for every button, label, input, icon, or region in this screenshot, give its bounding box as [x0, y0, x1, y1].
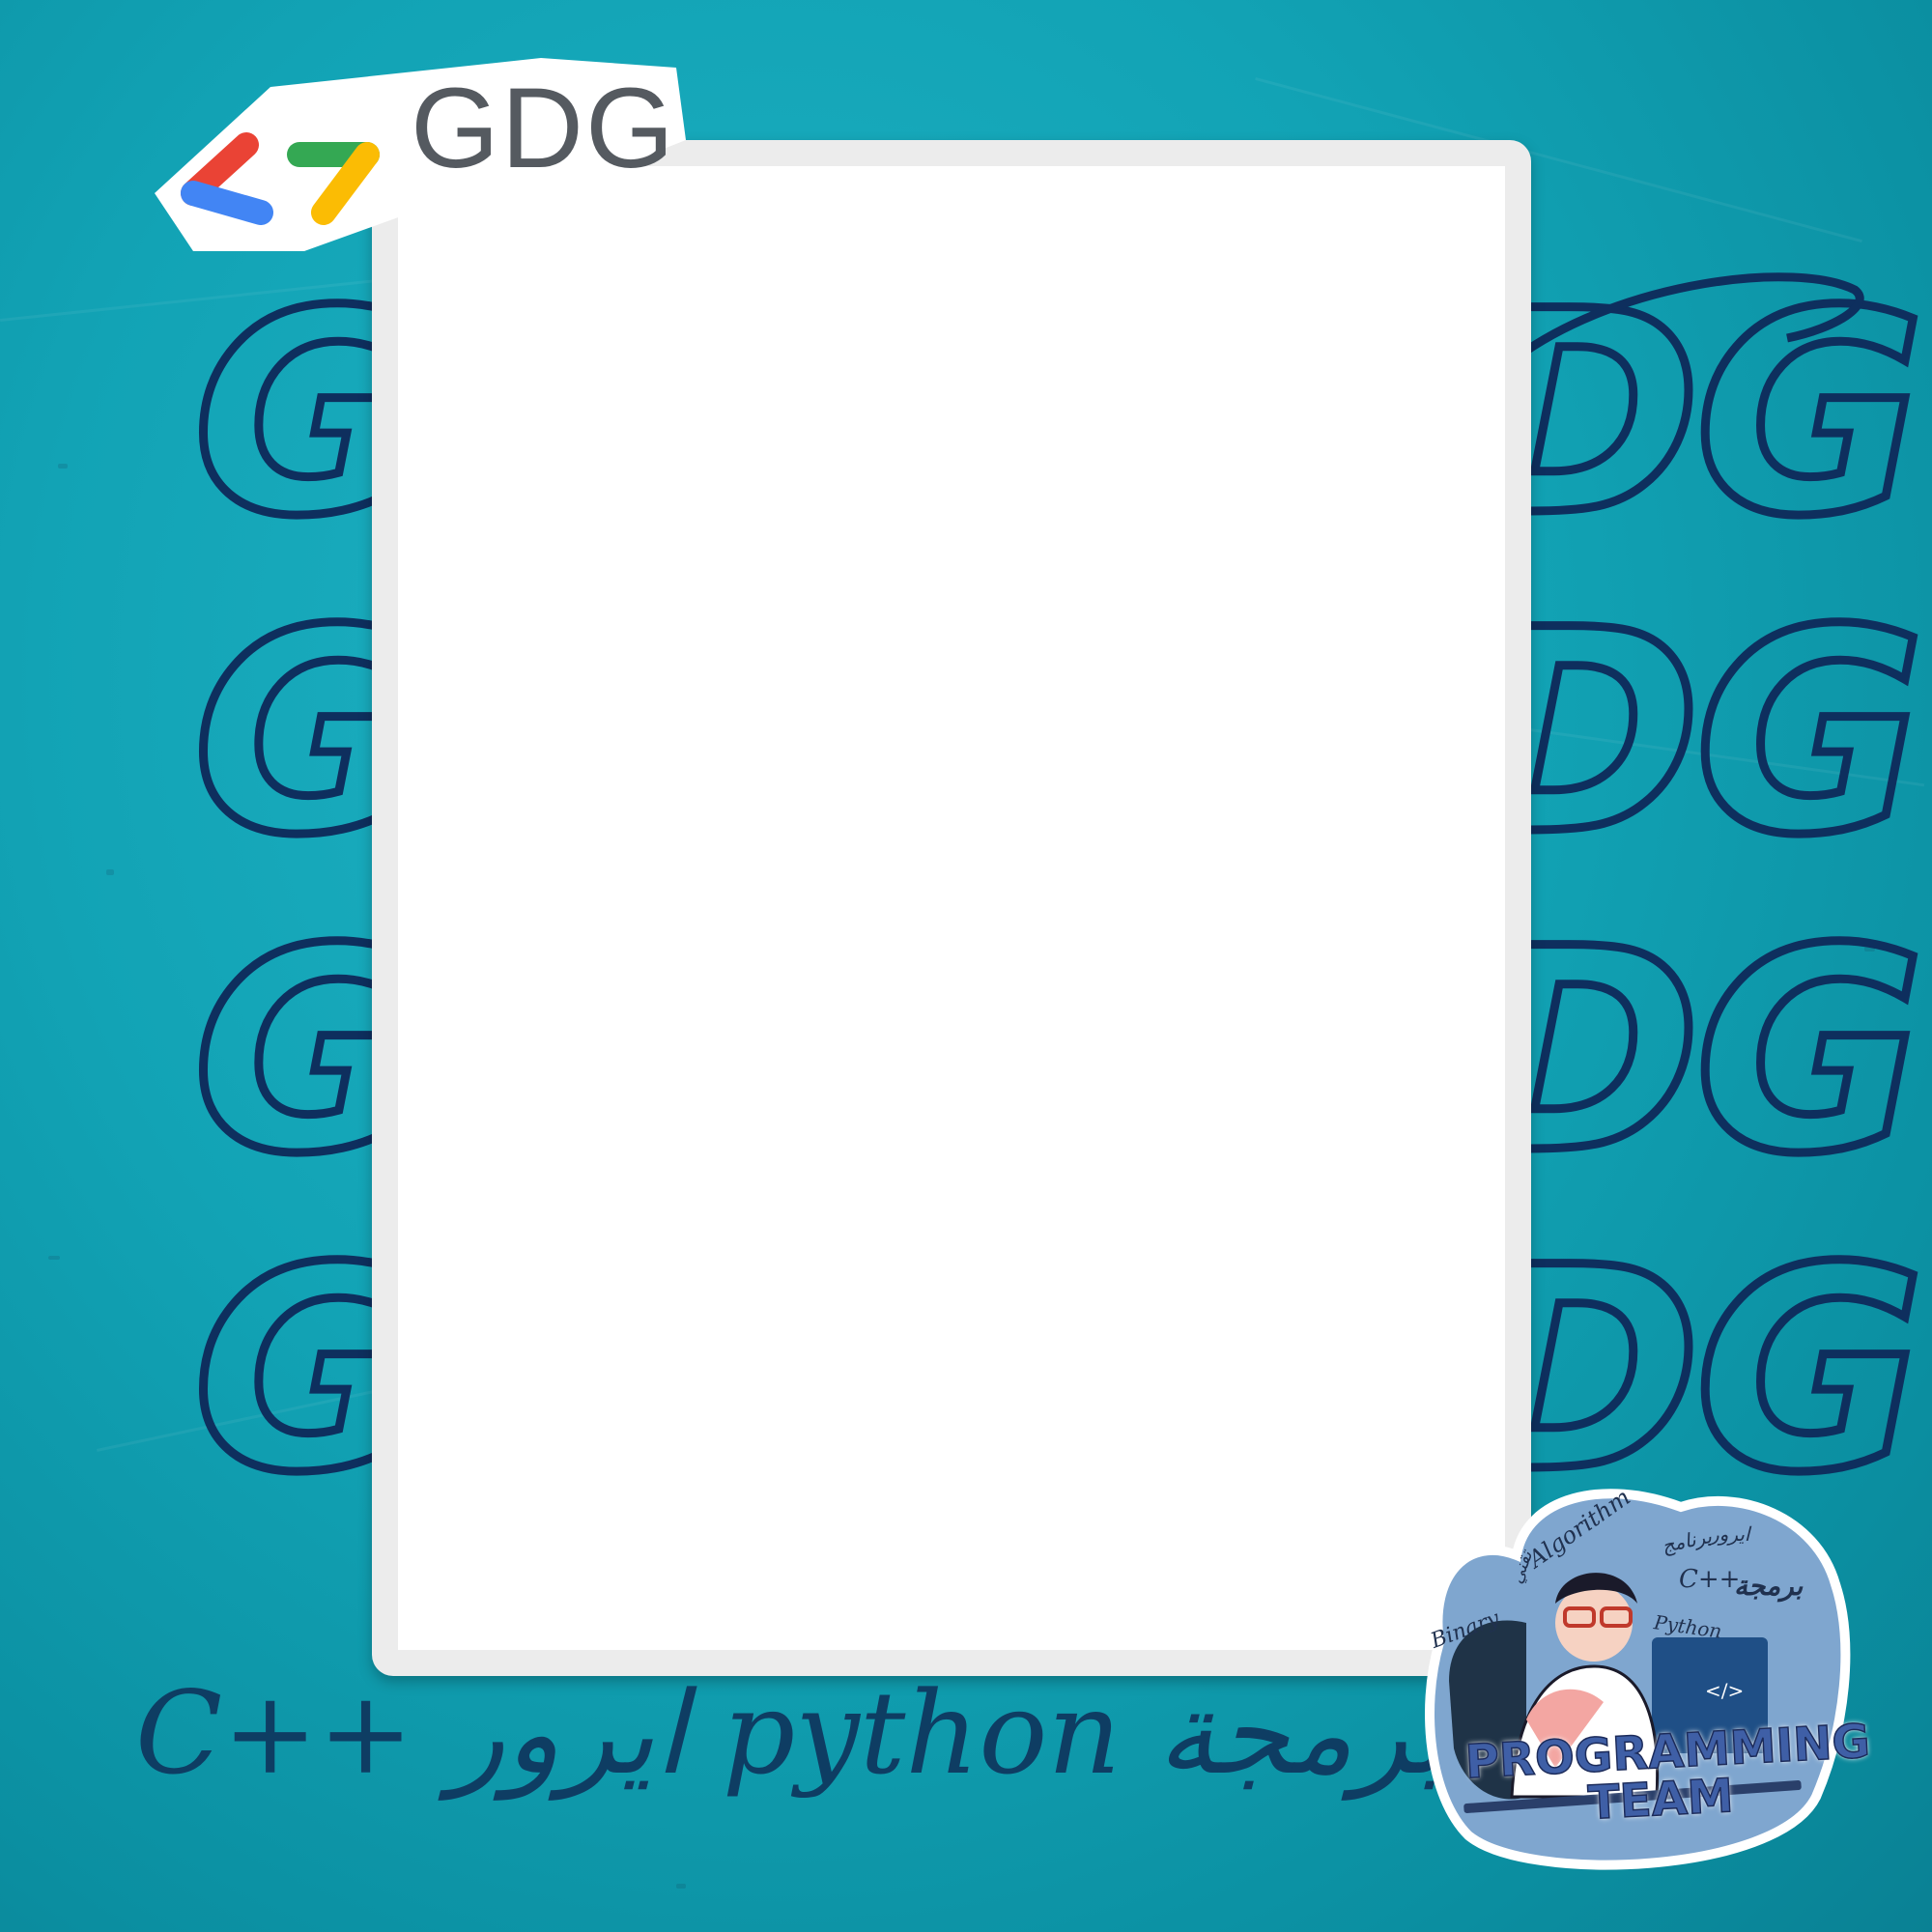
- speck: [48, 1256, 60, 1260]
- gdg-wordmark: GDG: [411, 65, 676, 192]
- background-dg-text: DG: [1464, 571, 1930, 896]
- badge-doodle-word: C++: [1679, 1565, 1741, 1594]
- speck: [106, 869, 114, 875]
- background-dg-text: DG: [1464, 890, 1930, 1215]
- badge-title: PROGRAMMING TEAM: [1463, 1714, 1872, 1834]
- bottom-handwritten-text: C++ ايرور python برمجة: [135, 1666, 1448, 1800]
- swoosh-icon: [1514, 272, 1864, 361]
- background-dg-text: DG: [1464, 1208, 1930, 1534]
- photo-placeholder[interactable]: [398, 166, 1505, 1650]
- badge-doodle-word: ايرور: [1710, 1522, 1750, 1546]
- programming-team-badge: [1425, 1489, 1851, 1870]
- badge-doodle-word: برمجة: [1734, 1570, 1804, 1602]
- speck: [58, 464, 68, 469]
- speck: [676, 1884, 686, 1889]
- badge-screen-code: </>: [1705, 1679, 1745, 1702]
- photo-frame: [372, 140, 1531, 1676]
